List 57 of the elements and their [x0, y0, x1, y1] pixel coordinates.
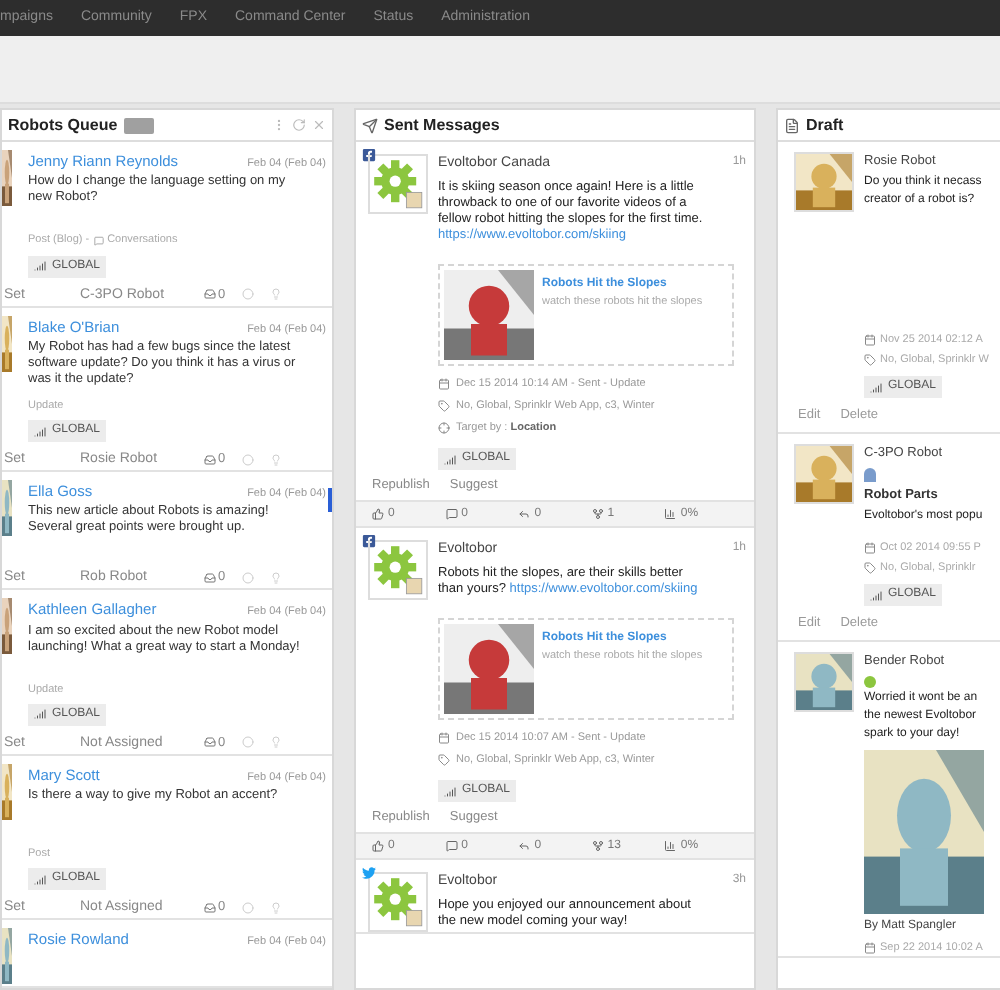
tag-icon: [438, 754, 450, 767]
signal-icon: [870, 589, 882, 602]
signal-icon: [34, 873, 46, 886]
fork-icon: [591, 840, 604, 853]
comment-icon: [445, 508, 458, 521]
calendar-icon: [438, 731, 450, 744]
inbox-icon: [204, 571, 216, 584]
inbox-icon: [204, 736, 216, 749]
inbox-icon: [204, 453, 216, 465]
thumbs-up-icon: [372, 840, 384, 853]
chart-icon: [664, 840, 677, 853]
lightbulb-icon[interactable]: [270, 288, 282, 300]
inbox-icon: [204, 288, 216, 300]
inbox-icon: [204, 901, 216, 914]
column-title: Robots Queue: [8, 113, 118, 137]
fork-icon: [591, 508, 604, 521]
tag-icon: [864, 562, 876, 575]
calendar-icon: [864, 541, 876, 554]
reply-icon: [518, 508, 531, 521]
signal-icon: [34, 425, 46, 437]
signal-icon: [34, 708, 46, 721]
tag-icon: [438, 399, 450, 412]
lightbulb-icon[interactable]: [270, 571, 282, 584]
column-title: Sent Messages: [384, 113, 500, 137]
gear-avatar-icon: [368, 540, 428, 601]
facebook-icon: [362, 534, 376, 549]
refresh-icon[interactable]: [292, 118, 306, 132]
facebook-icon: [362, 148, 376, 162]
lightbulb-icon[interactable]: [270, 736, 282, 749]
target-icon: [438, 422, 450, 435]
circle-icon[interactable]: [242, 901, 254, 914]
thumbs-up-icon: [372, 508, 384, 521]
circle-icon[interactable]: [242, 453, 254, 465]
signal-icon: [444, 453, 456, 466]
signal-icon: [870, 381, 882, 394]
calendar-icon: [864, 942, 876, 955]
calendar-icon: [438, 377, 450, 390]
column-title: Draft: [806, 113, 844, 137]
comment-icon: [445, 840, 458, 853]
lightbulb-icon[interactable]: [270, 453, 282, 465]
send-icon: [362, 117, 378, 133]
calendar-icon: [864, 333, 876, 346]
close-icon[interactable]: [312, 118, 326, 132]
signal-icon: [444, 785, 456, 798]
signal-icon: [34, 260, 46, 272]
bird-icon: [362, 866, 376, 881]
lightbulb-icon[interactable]: [270, 901, 282, 914]
circle-icon[interactable]: [242, 571, 254, 584]
chart-icon: [664, 508, 677, 521]
gear-avatar-icon: [368, 154, 428, 214]
tag-icon: [864, 354, 876, 367]
circle-icon[interactable]: [242, 736, 254, 749]
count-badge: [123, 117, 154, 133]
reply-icon: [518, 840, 531, 853]
conversation-icon: [93, 235, 104, 246]
circle-icon[interactable]: [242, 288, 254, 300]
document-icon: [784, 117, 800, 133]
